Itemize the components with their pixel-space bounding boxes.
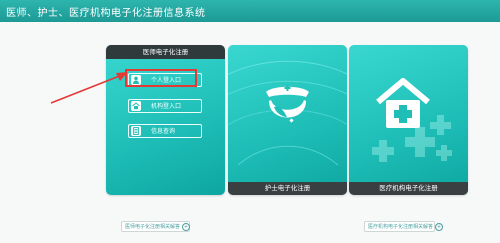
info-query-button[interactable]: 信息查询 — [128, 124, 202, 138]
top-bar: 医师、护士、医疗机构电子化注册信息系统 — [0, 0, 500, 22]
nurse-card-footer: 护士电子化注册 — [228, 182, 347, 195]
doctor-faq-label: 医师电子化注册相关解答 — [125, 224, 181, 230]
nurse-cap-icon — [266, 85, 309, 123]
nurse-registration-card[interactable]: 护士电子化注册 — [228, 45, 347, 195]
highlight-box — [125, 69, 197, 87]
institution-faq-link[interactable]: 医疗机构电子化注册相关解答 + — [364, 221, 444, 232]
institution-registration-card[interactable]: 医疗机构电子化注册 — [349, 45, 468, 195]
info-query-label: 信息查询 — [151, 128, 176, 135]
doctor-faq-link[interactable]: 医师电子化注册相关解答 + — [121, 221, 191, 232]
plus-icon: + — [182, 223, 191, 231]
plus-icon: + — [435, 223, 444, 231]
document-icon — [131, 126, 141, 136]
nurse-illustration — [228, 60, 347, 166]
arrow-annotation — [50, 72, 128, 104]
doctor-card-header: 医师电子化注册 — [106, 45, 225, 59]
institution-login-button[interactable]: 机构登入口 — [128, 99, 202, 113]
institution-faq-label: 医疗机构电子化注册相关解答 — [368, 224, 434, 230]
institution-login-label: 机构登入口 — [151, 103, 182, 110]
app-title: 医师、护士、医疗机构电子化注册信息系统 — [6, 8, 206, 19]
hospital-icon — [376, 78, 430, 128]
hospital-illustration — [372, 78, 452, 162]
institution-card-footer: 医疗机构电子化注册 — [349, 182, 468, 195]
